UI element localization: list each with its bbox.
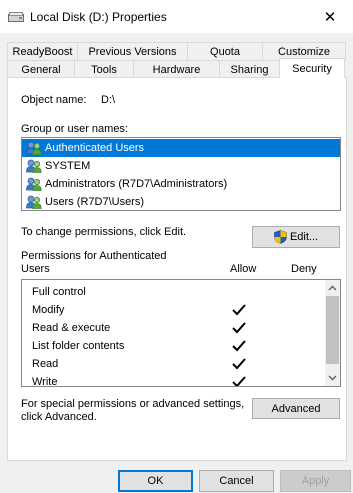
- group-item-system[interactable]: SYSTEM: [22, 157, 340, 175]
- tab-security[interactable]: Security: [279, 58, 345, 78]
- users-icon: [26, 195, 42, 209]
- window-title: Local Disk (D:) Properties: [30, 10, 167, 24]
- tab-tools[interactable]: Tools: [74, 60, 134, 78]
- group-item-label: Authenticated Users: [45, 142, 145, 154]
- users-icon: [26, 159, 42, 173]
- checkmark-icon: [232, 340, 246, 352]
- change-permissions-text: To change permissions, click Edit.: [21, 226, 187, 238]
- checkmark-icon: [232, 376, 246, 386]
- permissions-label-line2: Users: [21, 263, 50, 275]
- uac-shield-icon: [274, 230, 287, 244]
- permissions-label: Permissions for Authenticated: [21, 250, 167, 262]
- permissions-list[interactable]: Full control Modify Read & execute List …: [21, 279, 341, 387]
- group-item-label: Administrators (R7D7\Administrators): [45, 178, 228, 190]
- tab-sharing[interactable]: Sharing: [219, 60, 280, 78]
- chevron-down-icon[interactable]: [328, 373, 337, 382]
- checkmark-icon: [232, 358, 246, 370]
- tab-general[interactable]: General: [7, 60, 75, 78]
- permission-label: Full control: [32, 286, 86, 298]
- dialog-footer: OK Cancel Apply: [0, 461, 353, 493]
- permission-row-full-control: Full control: [22, 283, 340, 301]
- permission-label: Modify: [32, 304, 65, 316]
- scroll-thumb[interactable]: [326, 296, 339, 364]
- edit-button-label: Edit...: [289, 231, 319, 243]
- ok-button-label: OK: [147, 475, 164, 487]
- advanced-button-label: Advanced: [271, 402, 321, 415]
- tab-row-front: General Tools Hardware Sharing Security: [7, 58, 347, 78]
- special-permissions-text-line2: click Advanced.: [21, 411, 97, 423]
- group-item-label: Users (R7D7\Users): [45, 196, 145, 208]
- advanced-button[interactable]: Advanced: [252, 398, 340, 419]
- object-name-label: Object name:: [21, 94, 87, 106]
- permission-label: Write: [32, 376, 58, 387]
- permission-row-read: Read: [22, 355, 340, 373]
- chevron-up-icon[interactable]: [328, 284, 337, 293]
- group-item-administrators[interactable]: Administrators (R7D7\Administrators): [22, 175, 340, 193]
- checkmark-icon: [232, 304, 246, 316]
- cancel-button[interactable]: Cancel: [199, 470, 274, 492]
- group-item-authenticated-users[interactable]: Authenticated Users: [22, 139, 340, 157]
- tab-previous-versions[interactable]: Previous Versions: [77, 42, 188, 60]
- permission-label: Read & execute: [32, 322, 111, 334]
- group-names-list[interactable]: Authenticated Users SYSTEM Administrator…: [21, 137, 341, 211]
- permission-row-list-folder: List folder contents: [22, 337, 340, 355]
- drive-icon: [8, 12, 24, 22]
- users-icon: [26, 177, 42, 191]
- permission-label: Read: [32, 358, 59, 370]
- title-bar: Local Disk (D:) Properties ✕: [0, 0, 353, 34]
- group-item-users[interactable]: Users (R7D7\Users): [22, 193, 340, 211]
- ok-button[interactable]: OK: [118, 470, 193, 492]
- permission-row-read-execute: Read & execute: [22, 319, 340, 337]
- group-item-label: SYSTEM: [45, 160, 91, 172]
- special-permissions-text: For special permissions or advanced sett…: [21, 398, 245, 410]
- permissions-scrollbar[interactable]: [325, 280, 340, 386]
- cancel-button-label: Cancel: [219, 475, 254, 487]
- close-button[interactable]: ✕: [307, 0, 353, 34]
- allow-column-header: Allow: [230, 263, 257, 275]
- users-icon: [26, 141, 42, 155]
- security-panel: Object name: D:\ Group or user names: Au…: [7, 77, 347, 461]
- permission-row-write: Write: [22, 373, 340, 387]
- apply-button[interactable]: Apply: [280, 470, 351, 492]
- deny-column-header: Deny: [291, 263, 317, 275]
- tab-readyboost[interactable]: ReadyBoost: [7, 42, 78, 60]
- apply-button-label: Apply: [301, 475, 330, 487]
- permission-label: List folder contents: [32, 340, 125, 352]
- object-name-value: D:\: [101, 94, 116, 106]
- close-icon: ✕: [323, 9, 337, 26]
- permission-row-modify: Modify: [22, 301, 340, 319]
- tab-hardware[interactable]: Hardware: [133, 60, 220, 78]
- edit-button[interactable]: Edit...: [252, 226, 340, 248]
- tab-quota[interactable]: Quota: [187, 42, 263, 60]
- checkmark-icon: [232, 322, 246, 334]
- group-names-label: Group or user names:: [21, 123, 128, 135]
